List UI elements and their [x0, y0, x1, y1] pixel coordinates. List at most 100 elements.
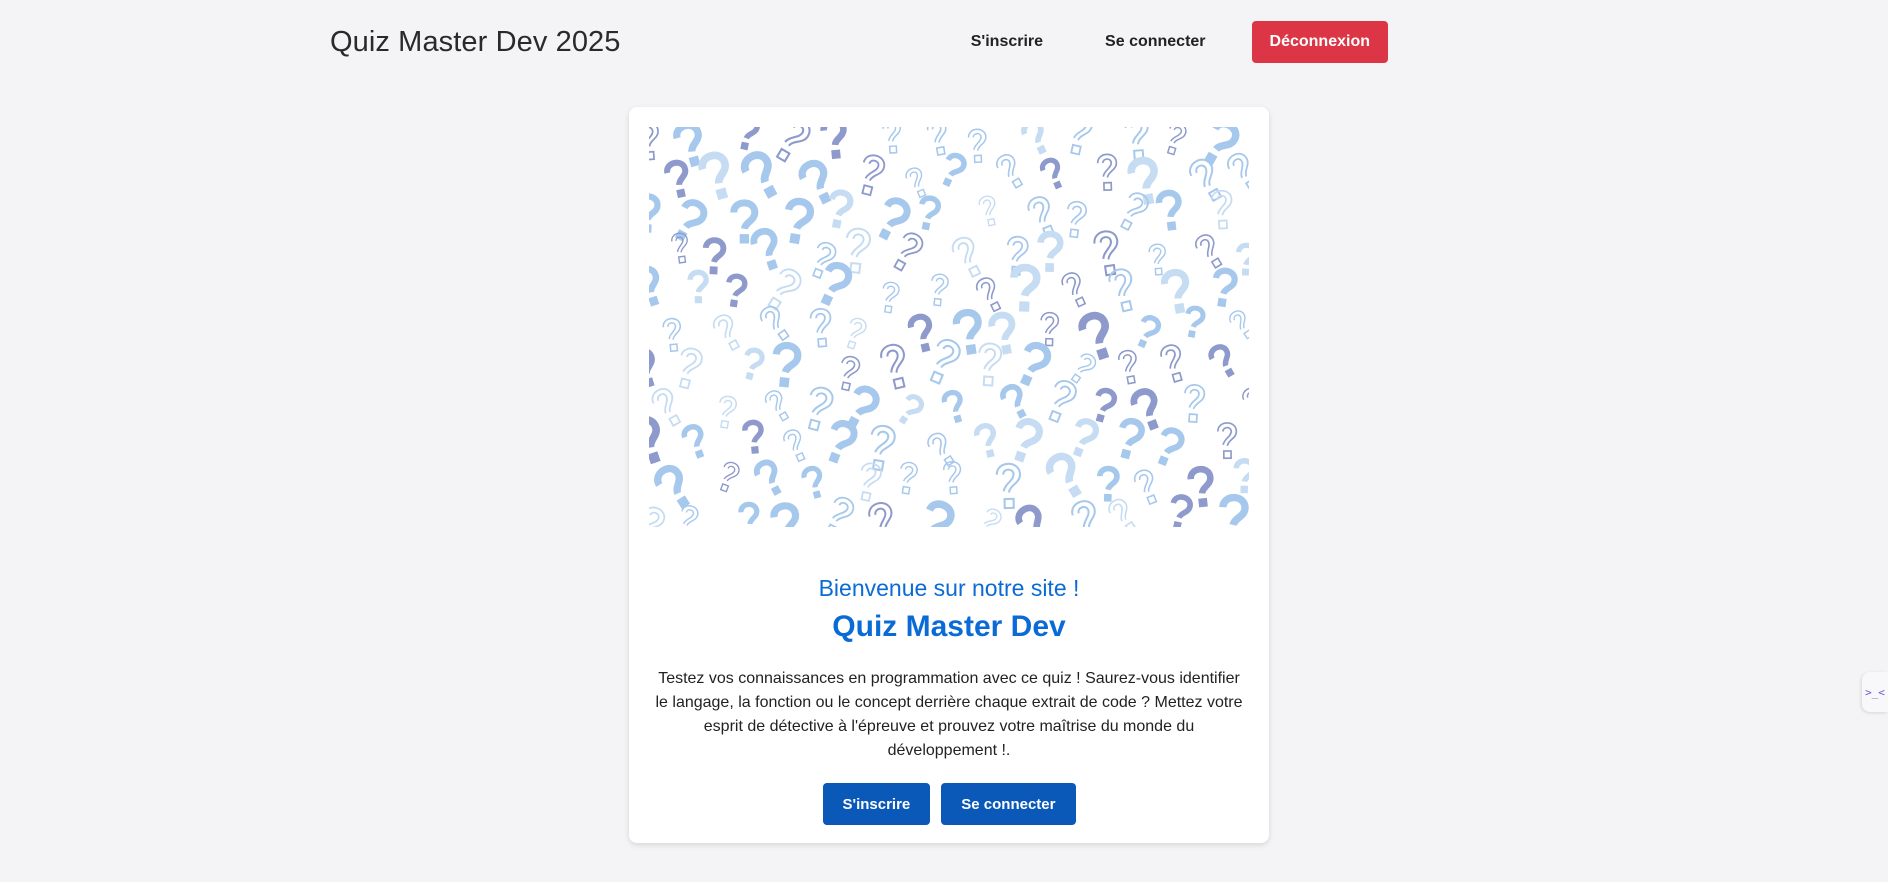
- question-mark-icon: [823, 421, 857, 466]
- side-code-tab[interactable]: >_<: [1862, 672, 1888, 712]
- hero-image: [649, 127, 1249, 527]
- question-mark-icon: [783, 200, 812, 245]
- question-mark-icon: [1223, 149, 1249, 195]
- question-mark-icon: [903, 165, 931, 200]
- nav-signup-link[interactable]: S'inscrire: [953, 23, 1061, 61]
- question-mark-icon: [1013, 267, 1037, 311]
- question-mark-icon: [1184, 307, 1204, 338]
- question-mark-icon: [943, 391, 967, 424]
- question-mark-icon: [754, 459, 786, 497]
- question-mark-icon: [744, 422, 763, 454]
- question-mark-icon: [924, 429, 960, 470]
- signup-button[interactable]: S'inscrire: [822, 783, 931, 825]
- question-mark-icon: [1185, 154, 1229, 206]
- nav-login-link[interactable]: Se connecter: [1087, 23, 1223, 61]
- question-mark-icon: [975, 424, 999, 459]
- question-mark-icon: [995, 462, 1022, 510]
- question-mark-icon: [865, 423, 898, 473]
- question-mark-icon: [649, 349, 660, 389]
- question-mark-icon: [649, 196, 658, 232]
- question-mark-icon: [916, 501, 954, 527]
- question-mark-icon: [709, 311, 745, 354]
- question-mark-icon: [661, 317, 684, 353]
- question-mark-icon: [1064, 127, 1095, 157]
- question-mark-icon: [1236, 461, 1249, 493]
- question-mark-icon: [705, 240, 724, 274]
- question-mark-icon: [773, 504, 800, 527]
- question-mark-icon: [649, 127, 661, 161]
- question-mark-icon: [1039, 311, 1060, 347]
- question-mark-icon: [1221, 497, 1245, 527]
- question-mark-icon: [1099, 468, 1117, 501]
- question-mark-icon: [1021, 127, 1050, 156]
- question-mark-icon: [1168, 495, 1191, 527]
- question-mark-icon: [923, 335, 965, 388]
- question-mark-icon: [1208, 344, 1238, 380]
- question-mark-icon: [773, 344, 799, 387]
- question-mark-icon: [690, 272, 706, 303]
- question-mark-icon: [896, 460, 919, 496]
- question-mark-icon: [973, 505, 1005, 527]
- question-mark-icon: [1115, 419, 1143, 460]
- question-mark-icon: [1239, 384, 1249, 423]
- question-mark-icon: [1042, 376, 1080, 426]
- question-mark-icon: [990, 313, 1017, 355]
- question-mark-icon: [649, 503, 669, 527]
- question-mark-icon: [649, 417, 666, 466]
- question-mark-icon: [854, 460, 884, 504]
- logout-button[interactable]: Déconnexion: [1251, 21, 1388, 63]
- question-mark-icon: [1040, 158, 1066, 191]
- question-mark-icon: [741, 151, 783, 201]
- question-mark-icon: [670, 199, 707, 244]
- login-button[interactable]: Se connecter: [941, 783, 1076, 825]
- question-mark-icon: [762, 387, 794, 424]
- page: Quiz Master Dev 2025 S'inscrire Se conne…: [0, 0, 1888, 882]
- question-marks-pattern-icon: [649, 127, 1249, 527]
- question-mark-icon: [1238, 245, 1249, 276]
- question-mark-icon: [1162, 127, 1189, 157]
- question-mark-icon: [1158, 192, 1182, 231]
- question-mark-icon: [780, 426, 811, 465]
- question-mark-icon: [670, 231, 691, 265]
- question-mark-icon: [1131, 466, 1163, 507]
- question-mark-icon: [895, 394, 924, 427]
- question-mark-icon: [736, 127, 759, 151]
- question-mark-icon: [977, 194, 1001, 228]
- question-mark-icon: [865, 499, 902, 527]
- question-mark-icon: [917, 197, 939, 231]
- question-mark-icon: [1163, 271, 1191, 314]
- question-mark-icon: [801, 384, 836, 434]
- question-mark-icon: [715, 394, 739, 430]
- question-mark-icon: [942, 460, 963, 495]
- question-mark-icon: [888, 228, 927, 275]
- question-mark-icon: [1116, 348, 1141, 386]
- question-mark-icon: [1096, 153, 1118, 192]
- question-mark-icon: [881, 127, 903, 155]
- question-mark-icon: [1114, 188, 1152, 234]
- question-mark-icon: [715, 459, 742, 495]
- question-mark-icon: [842, 315, 869, 352]
- question-mark-icon: [769, 127, 815, 166]
- question-mark-icon: [1063, 199, 1088, 239]
- question-mark-icon: [1015, 504, 1053, 527]
- welcome-card: Bienvenue sur notre site ! Quiz Master D…: [629, 107, 1269, 843]
- question-mark-icon: [823, 127, 846, 159]
- question-mark-icon: [809, 307, 834, 349]
- question-mark-icon: [675, 503, 701, 527]
- question-mark-icon: [967, 128, 988, 164]
- question-mark-icon: [925, 127, 952, 157]
- question-mark-icon: [1182, 383, 1206, 424]
- top-nav: S'inscrire Se connecter Déconnexion: [927, 21, 1388, 63]
- question-mark-icon: [1091, 389, 1116, 424]
- question-mark-icon: [700, 153, 734, 202]
- question-mark-icon: [835, 354, 862, 393]
- code-icon: >_<: [1865, 685, 1885, 699]
- header: Quiz Master Dev 2025 S'inscrire Se conne…: [330, 20, 1388, 64]
- question-mark-icon: [1216, 421, 1238, 460]
- question-mark-icon: [992, 150, 1028, 192]
- welcome-subtitle: Bienvenue sur notre site !: [818, 575, 1080, 601]
- question-mark-icon: [909, 315, 935, 353]
- question-mark-icon: [1134, 315, 1161, 349]
- question-mark-icon: [879, 280, 901, 315]
- question-mark-icon: [1046, 453, 1087, 501]
